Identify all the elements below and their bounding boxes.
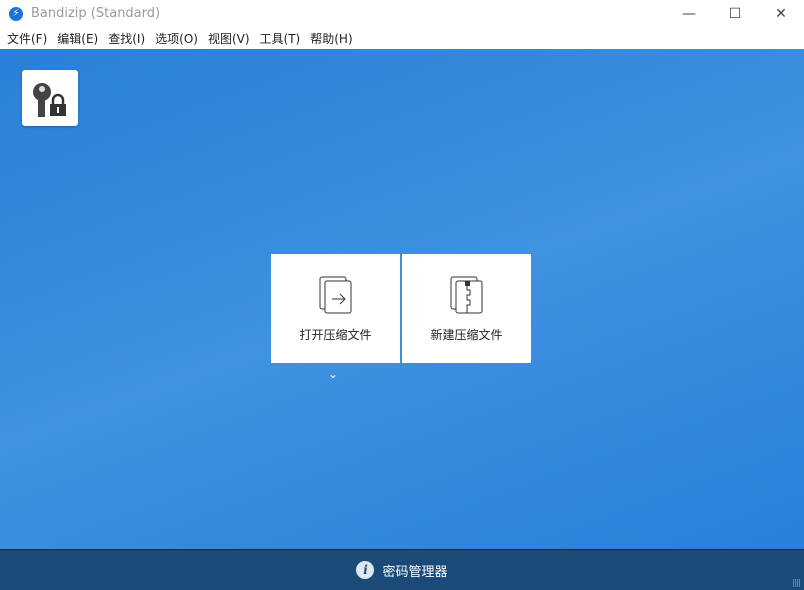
menu-bar: 文件(F) 编辑(E) 查找(I) 选项(O) 视图(V) 工具(T) 帮助(H… <box>0 27 804 49</box>
main-area: 打开压缩文件 新建压缩文件 ⌄ <box>0 49 804 549</box>
window-title: Bandizip (Standard) <box>31 6 161 21</box>
open-archive-tile[interactable]: 打开压缩文件 <box>271 254 400 363</box>
menu-find[interactable]: 查找(I) <box>103 30 150 47</box>
new-archive-label: 新建压缩文件 <box>430 328 503 342</box>
bandizip-logo-icon: ⚡ <box>9 6 23 21</box>
key-lock-icon <box>33 83 66 117</box>
menu-options[interactable]: 选项(O) <box>150 30 203 47</box>
menu-edit[interactable]: 编辑(E) <box>52 30 103 47</box>
title-bar: ⚡ Bandizip (Standard) — ☐ ✕ <box>0 0 804 27</box>
password-manager-label: 密码管理器 <box>382 564 448 580</box>
open-archive-label: 打开压缩文件 <box>299 328 372 342</box>
maximize-button[interactable]: ☐ <box>712 6 758 22</box>
menu-tools[interactable]: 工具(T) <box>255 30 306 47</box>
minimize-button[interactable]: — <box>666 6 712 22</box>
menu-help[interactable]: 帮助(H) <box>305 30 357 47</box>
password-key-button[interactable] <box>22 70 78 126</box>
close-button[interactable]: ✕ <box>758 6 804 22</box>
new-archive-zip-icon <box>450 276 482 314</box>
open-archive-icon <box>319 276 351 314</box>
resize-grip[interactable] <box>793 579 801 587</box>
new-archive-tile[interactable]: 新建压缩文件 <box>402 254 531 363</box>
password-manager-bar[interactable]: i 密码管理器 <box>0 549 804 590</box>
info-icon: i <box>356 561 375 579</box>
menu-view[interactable]: 视图(V) <box>203 30 255 47</box>
menu-file[interactable]: 文件(F) <box>2 30 52 47</box>
chevron-down-icon[interactable]: ⌄ <box>328 367 338 381</box>
